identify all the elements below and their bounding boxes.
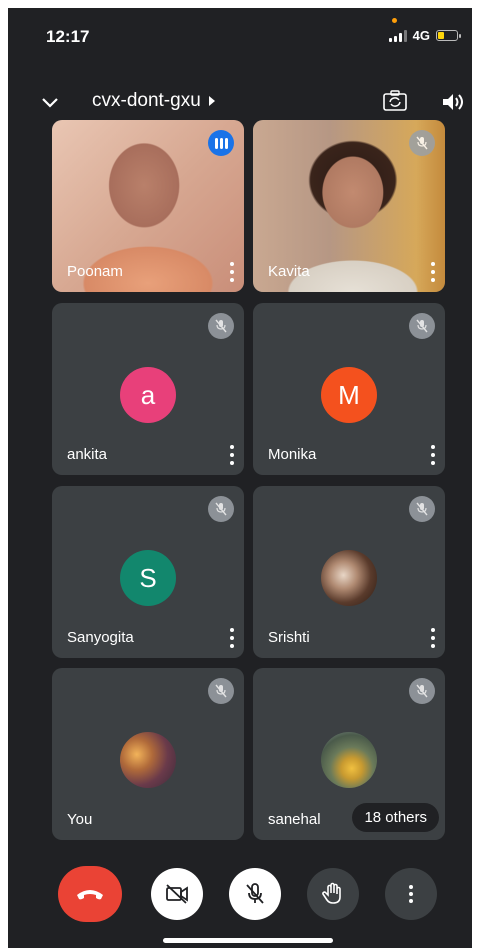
battery-icon xyxy=(436,30,461,41)
participant-name: Poonam xyxy=(67,263,123,280)
more-vert-icon[interactable] xyxy=(228,262,236,282)
mic-off-icon xyxy=(208,496,234,522)
mic-off-icon xyxy=(208,313,234,339)
more-vert-icon[interactable] xyxy=(429,628,437,648)
participant-tile-kavita[interactable]: Kavita xyxy=(253,120,445,292)
avatar-photo xyxy=(321,550,377,606)
mic-toggle-button[interactable] xyxy=(229,868,281,920)
signal-icon xyxy=(388,29,407,42)
participant-tile-you[interactable]: You xyxy=(52,668,244,840)
participant-name: Sanyogita xyxy=(67,629,134,646)
participant-tile-srishti[interactable]: Srishti xyxy=(253,486,445,658)
network-type: 4G xyxy=(412,28,430,43)
meeting-code: cvx-dont-gxu xyxy=(92,90,201,111)
switch-camera-icon[interactable] xyxy=(382,89,408,113)
speaker-icon[interactable] xyxy=(440,91,466,113)
home-indicator[interactable] xyxy=(163,938,333,943)
participant-name: You xyxy=(67,811,93,828)
end-call-button[interactable] xyxy=(58,866,122,922)
participant-name: Kavita xyxy=(268,263,310,280)
status-time: 12:17 xyxy=(46,27,90,46)
mic-off-icon xyxy=(246,883,264,904)
mic-off-icon xyxy=(409,678,435,704)
mic-off-icon xyxy=(409,130,435,156)
camera-off-icon xyxy=(166,884,188,904)
more-vert-icon[interactable] xyxy=(228,445,236,465)
collapse-chevron-icon[interactable] xyxy=(38,92,62,112)
participant-tile-sanehal[interactable]: sanehal 18 others xyxy=(253,668,445,840)
avatar: M xyxy=(321,367,377,423)
raise-hand-button[interactable] xyxy=(307,868,359,920)
phone-screen: 12:17 4G cvx-dont-gxu Poonam Kavita a an… xyxy=(8,8,472,948)
speaking-indicator-icon xyxy=(208,130,234,156)
end-call-icon xyxy=(77,890,103,900)
participant-name: sanehal xyxy=(268,811,321,828)
more-options-button[interactable] xyxy=(385,868,437,920)
mic-in-use-indicator xyxy=(392,18,397,23)
participant-tile-ankita[interactable]: a ankita xyxy=(52,303,244,475)
avatar: S xyxy=(120,550,176,606)
mic-off-icon xyxy=(208,678,234,704)
others-count-button[interactable]: 18 others xyxy=(352,803,439,832)
participant-tile-poonam[interactable]: Poonam xyxy=(52,120,244,292)
more-options-icon xyxy=(409,885,413,903)
raise-hand-icon xyxy=(322,882,341,904)
camera-toggle-button[interactable] xyxy=(151,868,203,920)
avatar-photo xyxy=(120,732,176,788)
participant-name: ankita xyxy=(67,446,108,463)
avatar: a xyxy=(120,367,176,423)
participant-name: Monika xyxy=(268,446,317,463)
mic-off-icon xyxy=(409,496,435,522)
more-vert-icon[interactable] xyxy=(429,445,437,465)
meeting-code-button[interactable]: cvx-dont-gxu xyxy=(92,90,215,112)
participant-name: Srishti xyxy=(268,629,310,646)
participant-tile-sanyogita[interactable]: S Sanyogita xyxy=(52,486,244,658)
participant-tile-monika[interactable]: M Monika xyxy=(253,303,445,475)
mic-off-icon xyxy=(409,313,435,339)
status-indicators: 4G xyxy=(388,28,461,43)
meeting-header: cvx-dont-gxu xyxy=(8,86,472,118)
more-vert-icon[interactable] xyxy=(429,262,437,282)
caret-right-icon xyxy=(208,96,215,106)
avatar-photo xyxy=(321,732,377,788)
more-vert-icon[interactable] xyxy=(228,628,236,648)
